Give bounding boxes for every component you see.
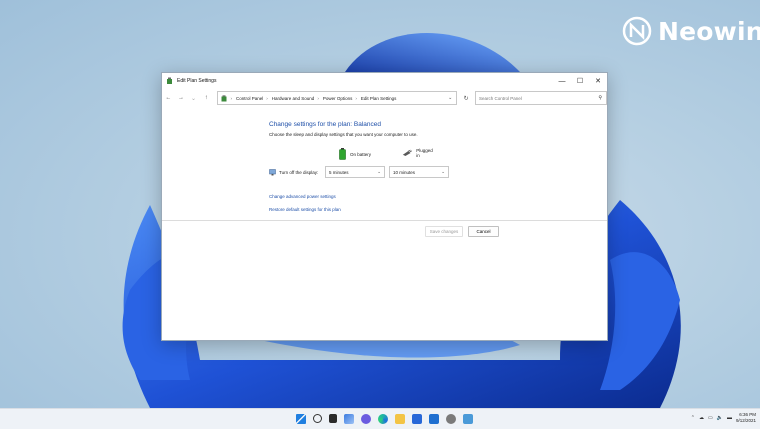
system-tray: ⌃ ☁ ▭ 🔈 ▬ 6:36 PM 9/12/2021	[691, 412, 756, 424]
battery-tray-icon[interactable]: ▬	[727, 415, 732, 421]
breadcrumb-control-panel[interactable]: Control Panel	[236, 96, 263, 101]
display-battery-select[interactable]: 5 minutes ⌄	[325, 166, 385, 178]
battery-icon	[339, 148, 346, 160]
display-plugged-select[interactable]: 10 minutes ⌄	[389, 166, 449, 178]
display-setting-row: Turn off the display:	[269, 169, 318, 176]
window-controls: — ☐ ✕	[553, 73, 607, 89]
taskbar: ⌃ ☁ ▭ 🔈 ▬ 6:36 PM 9/12/2021	[0, 408, 760, 429]
teams-chat-icon[interactable]	[361, 414, 371, 424]
clock[interactable]: 6:36 PM 9/12/2021	[736, 412, 756, 424]
edit-plan-settings-window: Edit Plan Settings — ☐ ✕ ← → ⌄ ↑ › Contr…	[161, 72, 608, 341]
monitor-icon	[269, 169, 276, 176]
chevron-down-icon: ⌄	[441, 169, 445, 174]
page-title: Change settings for the plan: Balanced	[269, 121, 382, 128]
widgets-icon[interactable]	[344, 414, 354, 424]
back-button[interactable]: ←	[162, 95, 175, 101]
start-icon[interactable]	[296, 414, 306, 424]
window-title: Edit Plan Settings	[177, 78, 217, 84]
refresh-button[interactable]: ↻	[461, 95, 471, 102]
chevron-down-icon: ⌄	[377, 169, 381, 174]
neowin-logo-icon	[622, 16, 652, 46]
address-row: ← → ⌄ ↑ › Control Panel › Hardware and S…	[162, 91, 608, 105]
maximize-button[interactable]: ☐	[571, 73, 589, 89]
power-options-icon	[167, 77, 172, 84]
search-icon[interactable]: ⚲	[598, 95, 602, 101]
address-dropdown-icon[interactable]: ⌄	[448, 95, 452, 101]
restore-defaults-link[interactable]: Restore default settings for this plan	[269, 207, 341, 212]
close-button[interactable]: ✕	[589, 73, 607, 89]
minimize-button[interactable]: —	[553, 73, 571, 89]
file-explorer-icon[interactable]	[395, 414, 405, 424]
watermark-text: Neowin	[658, 16, 760, 46]
mail-icon[interactable]	[429, 414, 439, 424]
search-input[interactable]: Search Control Panel ⚲	[474, 91, 608, 105]
breadcrumb-edit-plan-settings[interactable]: Edit Plan Settings	[361, 96, 397, 101]
plan-settings-content: Change settings for the plan: Balanced C…	[269, 121, 449, 212]
plugged-in-header: Plugged in	[402, 148, 435, 158]
breadcrumb-separator-icon: ›	[266, 95, 268, 101]
recent-locations-button[interactable]: ⌄	[187, 95, 200, 102]
page-description: Choose the sleep and display settings th…	[269, 132, 418, 137]
save-changes-button[interactable]: Save changes	[425, 226, 463, 237]
task-view-icon[interactable]	[329, 414, 337, 423]
edge-icon[interactable]	[378, 414, 388, 424]
address-bar[interactable]: › Control Panel › Hardware and Sound › P…	[216, 91, 458, 105]
breadcrumb-power-options[interactable]: Power Options	[323, 96, 353, 101]
clock-date: 9/12/2021	[735, 418, 756, 423]
network-icon[interactable]: ▭	[708, 415, 713, 421]
plug-icon	[402, 149, 413, 156]
on-battery-label: On battery	[350, 151, 372, 157]
title-bar[interactable]: Edit Plan Settings — ☐ ✕	[162, 73, 607, 89]
cloud-icon[interactable]: ☁	[699, 415, 704, 421]
taskbar-apps	[296, 414, 473, 424]
control-panel-icon	[221, 94, 226, 101]
search-icon[interactable]	[313, 414, 322, 423]
display-battery-value: 5 minutes	[329, 169, 349, 175]
display-label: Turn off the display:	[279, 170, 319, 175]
store-icon[interactable]	[412, 414, 422, 424]
neowin-watermark: Neowin	[622, 14, 760, 48]
search-placeholder: Search Control Panel	[478, 95, 522, 101]
breadcrumb-separator-icon: ›	[355, 95, 357, 101]
up-button[interactable]: ↑	[200, 95, 213, 101]
chevron-up-icon[interactable]: ⌃	[691, 415, 695, 421]
breadcrumb-separator-icon: ›	[230, 95, 233, 101]
breadcrumb-hardware-and-sound[interactable]: Hardware and Sound	[272, 96, 315, 101]
control-panel-taskbar-icon[interactable]	[463, 414, 473, 424]
plugged-in-label: Plugged in	[416, 148, 433, 158]
cancel-button[interactable]: Cancel	[468, 226, 499, 237]
breadcrumb-separator-icon: ›	[317, 95, 319, 101]
volume-icon[interactable]: 🔈	[717, 415, 723, 421]
forward-button[interactable]: →	[175, 95, 188, 101]
change-advanced-settings-link[interactable]: Change advanced power settings	[269, 194, 336, 199]
display-plugged-value: 10 minutes	[393, 169, 416, 175]
settings-icon[interactable]	[446, 414, 456, 424]
divider	[162, 220, 607, 221]
on-battery-header: On battery	[339, 148, 371, 160]
